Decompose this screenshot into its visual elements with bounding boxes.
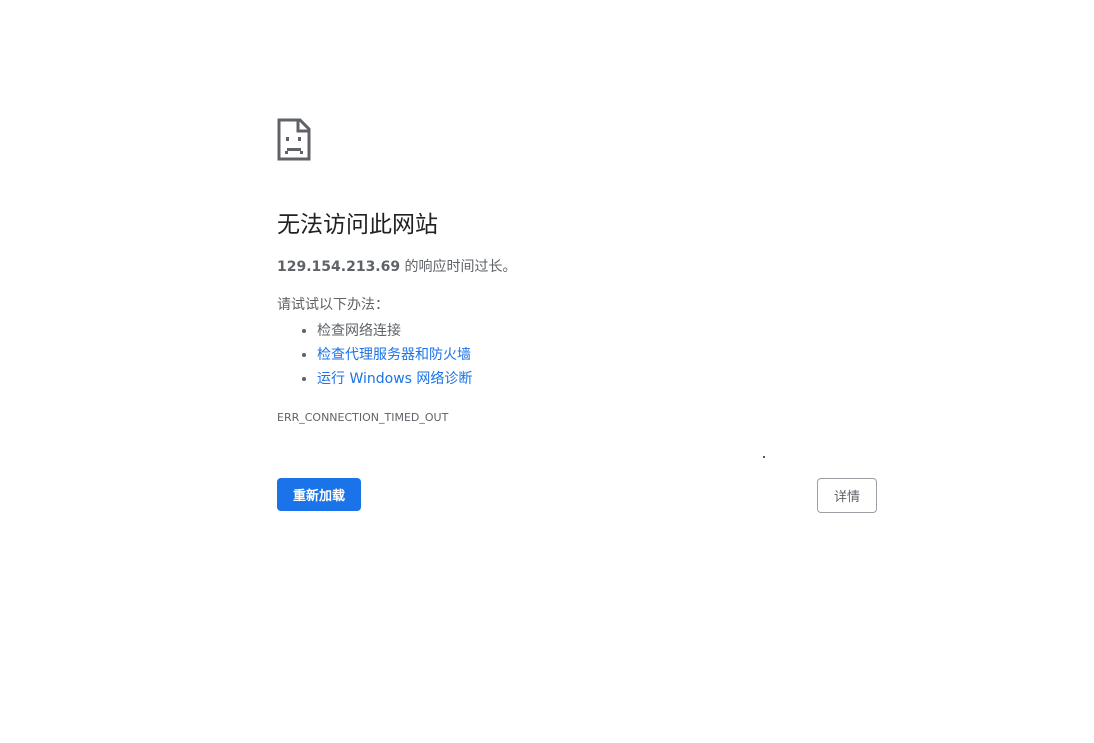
suggestion-check-proxy[interactable]: 检查代理服务器和防火墙 (317, 343, 877, 367)
sad-page-icon (277, 118, 311, 161)
suggestion-run-diagnostics[interactable]: 运行 Windows 网络诊断 (317, 367, 877, 391)
host-address: 129.154.213.69 (277, 259, 401, 275)
error-page: 无法访问此网站 129.154.213.69 的响应时间过长。 请试试以下办法：… (277, 118, 877, 513)
suggestions-label: 请试试以下办法： (277, 297, 389, 313)
reload-button[interactable]: 重新加载 (277, 478, 362, 511)
button-row: 重新加载 详情 (277, 478, 877, 514)
suggestions-list: 检查网络连接 检查代理服务器和防火墙 运行 Windows 网络诊断 (277, 319, 877, 391)
check-proxy-link[interactable]: 检查代理服务器和防火墙 (317, 347, 471, 363)
suggestion-check-connection: 检查网络连接 (317, 319, 877, 343)
details-button[interactable]: 详情 (817, 478, 877, 513)
error-summary: 129.154.213.69 的响应时间过长。 (277, 257, 877, 277)
summary-message: 的响应时间过长。 (400, 259, 517, 275)
page-title: 无法访问此网站 (277, 212, 438, 238)
error-code: ERR_CONNECTION_TIMED_OUT (277, 411, 449, 424)
stray-dot (763, 456, 765, 458)
run-diagnostics-link[interactable]: 运行 Windows 网络诊断 (317, 371, 472, 387)
